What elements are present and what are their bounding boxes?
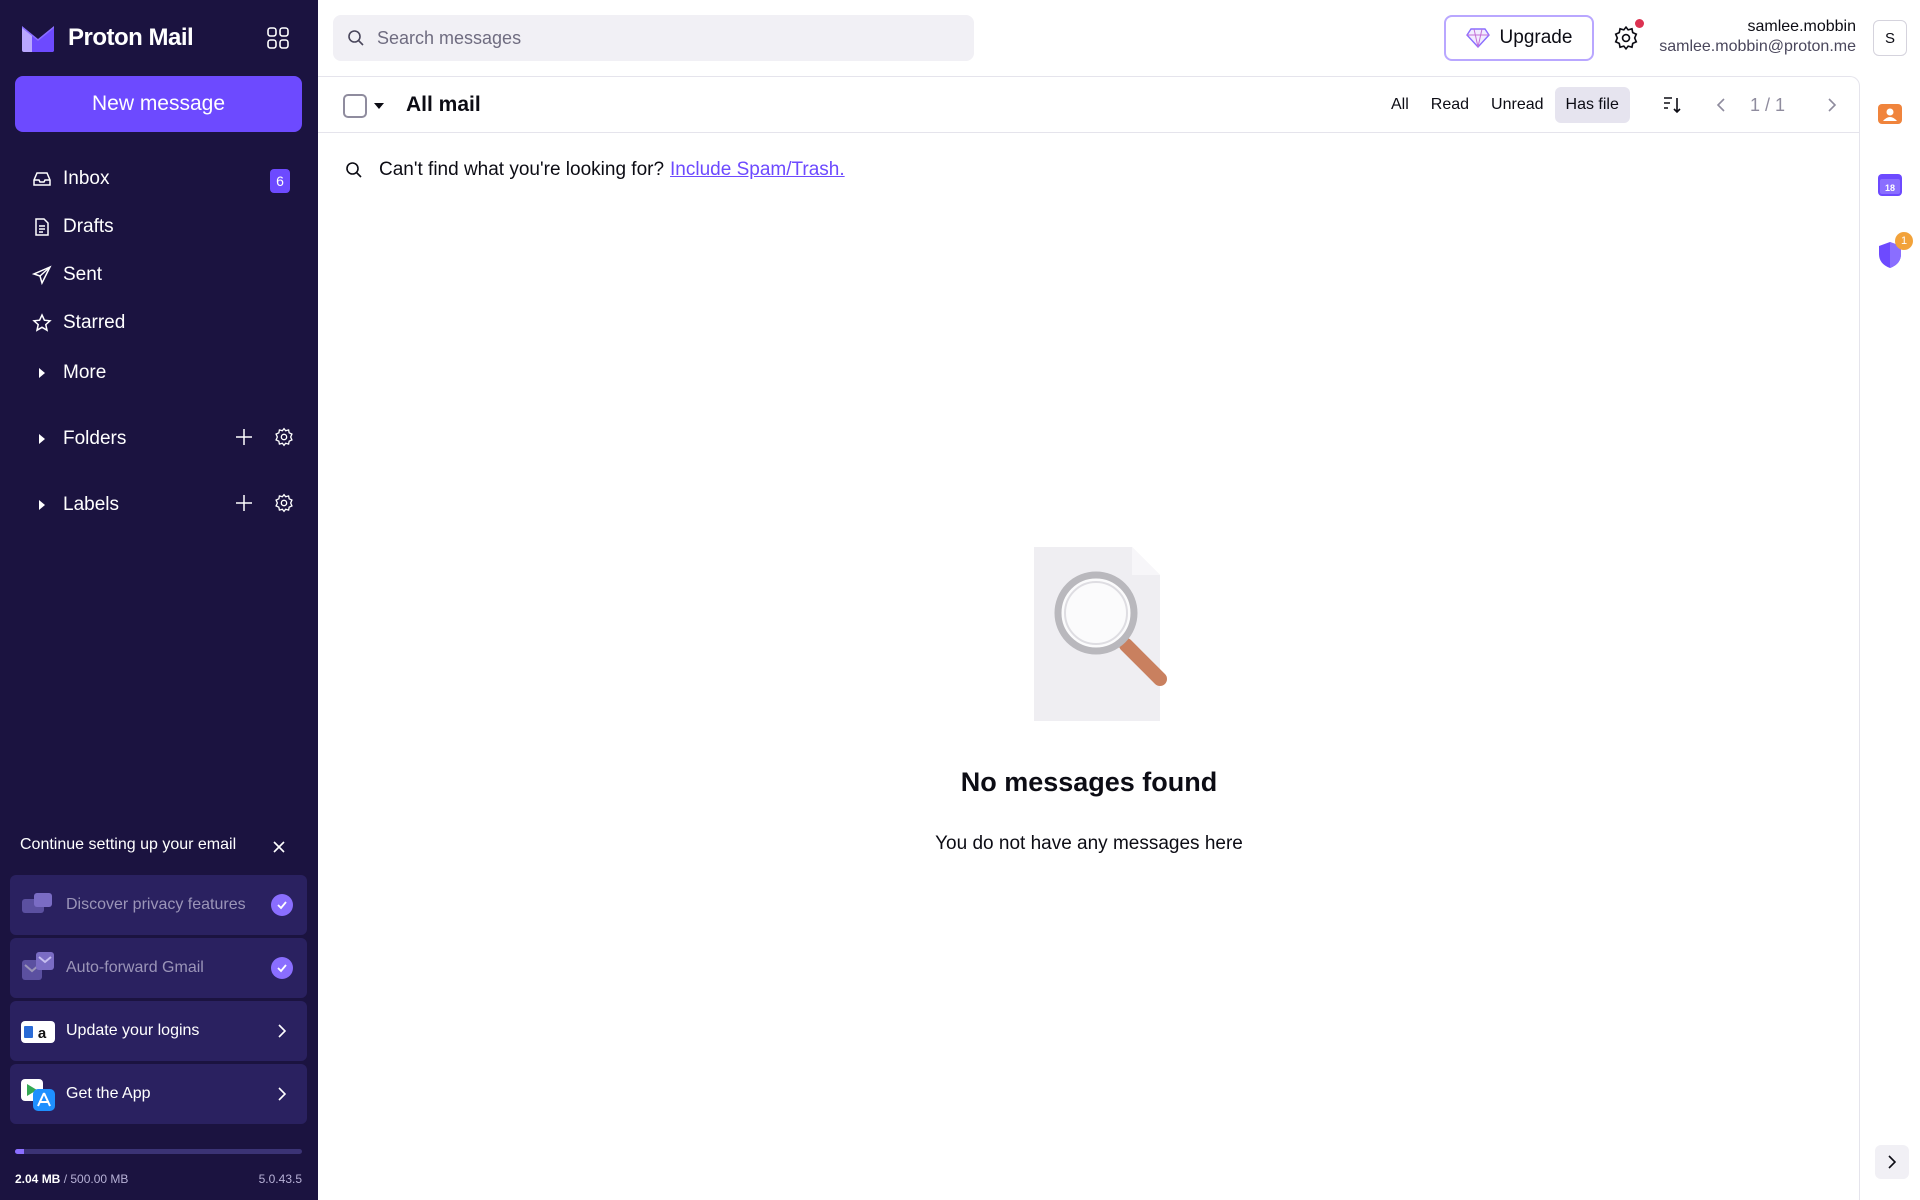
star-icon xyxy=(31,312,53,334)
search-bar[interactable] xyxy=(333,15,974,61)
vpn-badge: 1 xyxy=(1895,232,1913,250)
calendar-icon[interactable]: 18 xyxy=(1875,170,1905,200)
diamond-icon xyxy=(1465,28,1490,48)
setup-card-label: Discover privacy features xyxy=(66,896,246,913)
inbox-icon xyxy=(31,168,53,190)
sidebar-section-folders[interactable]: Folders xyxy=(15,417,302,461)
notification-dot xyxy=(1635,19,1644,28)
caret-right-icon xyxy=(31,500,53,510)
select-dropdown-icon[interactable] xyxy=(373,101,385,111)
include-spam-trash-link[interactable]: Include Spam/Trash. xyxy=(670,159,845,181)
sidebar-item-sent[interactable]: Sent xyxy=(15,253,302,297)
sidebar-item-label: Drafts xyxy=(63,216,114,237)
label-settings-icon[interactable] xyxy=(272,491,296,515)
hint-text: Can't find what you're looking for? xyxy=(379,159,665,180)
sidebar-item-label: More xyxy=(63,362,107,383)
forward-gmail-icon xyxy=(20,950,56,986)
empty-search-illustration xyxy=(1034,547,1167,721)
sidebar: Proton Mail New message Inbox 6 Drafts S… xyxy=(0,0,318,1200)
sidebar-item-drafts[interactable]: Drafts xyxy=(15,205,302,249)
setup-card-app[interactable]: Get the App xyxy=(10,1064,307,1124)
filter-read[interactable]: Read xyxy=(1420,87,1480,123)
check-icon xyxy=(271,957,293,979)
setup-title: Continue setting up your email xyxy=(20,836,237,853)
drafts-icon xyxy=(31,216,53,238)
chevron-left-icon[interactable] xyxy=(1706,91,1734,119)
message-list-panel: All mail All Read Unread Has file 1 / 1 … xyxy=(318,76,1860,1200)
avatar[interactable]: S xyxy=(1873,20,1907,56)
add-label-icon[interactable] xyxy=(232,491,256,515)
get-app-icon xyxy=(20,1076,56,1112)
sidebar-item-label: Sent xyxy=(63,264,103,285)
app-version[interactable]: 5.0.43.5 xyxy=(259,1172,302,1186)
new-message-button[interactable]: New message xyxy=(15,76,302,132)
sidebar-section-labels[interactable]: Labels xyxy=(15,483,302,527)
unread-count-badge: 6 xyxy=(270,169,290,193)
svg-text:a: a xyxy=(38,1025,47,1042)
filter-group: All Read Unread Has file xyxy=(1380,87,1630,123)
update-logins-icon: a xyxy=(20,1013,56,1049)
proton-logo-icon xyxy=(22,26,54,52)
page-indicator: 1 / 1 xyxy=(1750,95,1786,115)
brand-name: Proton Mail xyxy=(68,24,194,51)
add-folder-icon[interactable] xyxy=(232,425,256,449)
user-email[interactable]: samlee.mobbin@proton.me xyxy=(1659,38,1856,56)
sidebar-item-label: Inbox xyxy=(63,168,110,189)
folder-actions xyxy=(232,425,296,449)
setup-card-label: Auto-forward Gmail xyxy=(66,959,204,976)
list-toolbar: All mail All Read Unread Has file 1 / 1 xyxy=(318,77,1859,133)
storage-usage: 2.04 MB / 500.00 MB xyxy=(15,1172,128,1186)
caret-right-icon xyxy=(31,368,53,378)
contacts-icon[interactable] xyxy=(1875,99,1905,129)
storage-progress-fill xyxy=(15,1149,24,1154)
search-input[interactable] xyxy=(377,27,937,49)
filter-has-file[interactable]: Has file xyxy=(1554,87,1630,123)
sidebar-item-starred[interactable]: Starred xyxy=(15,301,302,345)
user-name[interactable]: samlee.mobbin xyxy=(1748,18,1857,36)
logo[interactable]: Proton Mail xyxy=(20,20,298,56)
upgrade-button[interactable]: Upgrade xyxy=(1444,15,1594,61)
empty-state-subtitle: You do not have any messages here xyxy=(935,833,1243,854)
search-icon xyxy=(345,161,363,179)
privacy-features-icon xyxy=(20,887,56,923)
page-title: All mail xyxy=(406,93,481,116)
setup-card-label: Update your logins xyxy=(66,1022,200,1039)
setup-card-logins[interactable]: a Update your logins xyxy=(10,1001,307,1061)
label-actions xyxy=(232,491,296,515)
sidebar-section-label: Labels xyxy=(63,494,119,515)
chevron-right-icon xyxy=(271,1020,293,1042)
folder-settings-icon[interactable] xyxy=(272,425,296,449)
sort-icon[interactable] xyxy=(1658,91,1686,119)
check-icon xyxy=(271,894,293,916)
sidebar-item-inbox[interactable]: Inbox 6 xyxy=(15,157,302,201)
empty-state-title: No messages found xyxy=(960,767,1218,797)
storage-total: / 500.00 MB xyxy=(63,1172,129,1186)
select-all-checkbox[interactable] xyxy=(343,94,367,118)
calendar-day: 18 xyxy=(1885,183,1895,193)
sidebar-section-label: Folders xyxy=(63,428,127,449)
sidebar-item-label: Starred xyxy=(63,312,126,333)
sent-icon xyxy=(31,264,53,286)
apps-grid-icon[interactable] xyxy=(262,22,294,54)
search-icon xyxy=(347,29,365,47)
setup-card-label: Get the App xyxy=(66,1085,151,1102)
chevron-right-icon xyxy=(271,1083,293,1105)
sidebar-item-more[interactable]: More xyxy=(15,351,302,395)
caret-right-icon xyxy=(31,434,53,444)
expand-rail-icon[interactable] xyxy=(1875,1145,1909,1179)
upgrade-label: Upgrade xyxy=(1499,27,1573,48)
filter-all[interactable]: All xyxy=(1380,87,1420,123)
setup-card-forward[interactable]: Auto-forward Gmail xyxy=(10,938,307,998)
close-icon[interactable] xyxy=(268,836,290,858)
spam-trash-hint: Can't find what you're looking for? Incl… xyxy=(345,159,845,181)
filter-unread[interactable]: Unread xyxy=(1480,87,1554,123)
storage-used: 2.04 MB xyxy=(15,1172,61,1186)
chevron-right-icon[interactable] xyxy=(1818,91,1846,119)
setup-card-privacy[interactable]: Discover privacy features xyxy=(10,875,307,935)
storage-progress-bar xyxy=(15,1149,302,1154)
